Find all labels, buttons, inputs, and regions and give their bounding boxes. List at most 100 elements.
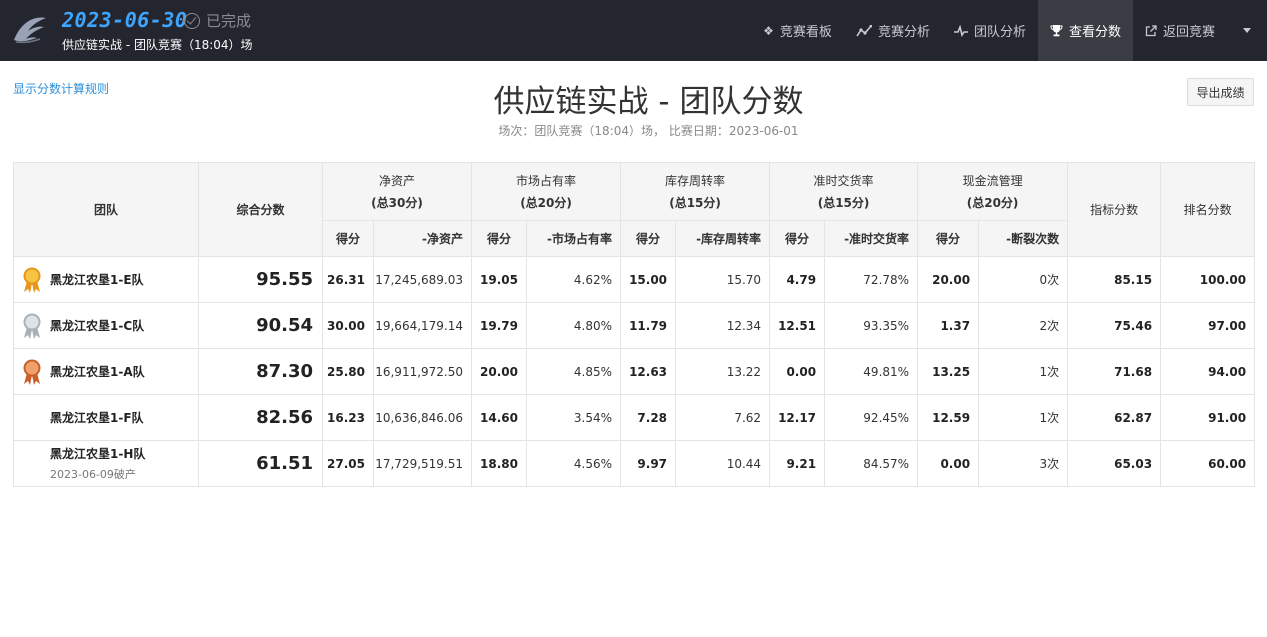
metric-value: 10.44 [675, 440, 771, 487]
metric-value: 16,911,972.50 [372, 348, 473, 395]
external-link-icon [1145, 24, 1157, 36]
nav-item-team-analysis[interactable]: 团队分析 [942, 0, 1038, 61]
nav-dropdown-toggle[interactable] [1227, 0, 1267, 61]
sub-header-score: 得分 [769, 220, 826, 257]
metric-score: 7.28 [620, 394, 677, 441]
group-name: 现金流管理 [962, 173, 1023, 188]
column-group-market-share: 市场占有率 (总20分) [471, 162, 622, 221]
nav-item-analysis[interactable]: 竞赛分析 [844, 0, 942, 61]
index-score: 65.03 [1067, 440, 1162, 487]
metric-score: 20.00 [917, 256, 980, 303]
caret-down-icon [1243, 28, 1251, 33]
rank-score: 100.00 [1160, 256, 1256, 303]
pulse-icon [953, 24, 968, 37]
index-score: 71.68 [1067, 348, 1162, 395]
metric-score: 9.97 [620, 440, 677, 487]
metric-value: 12.34 [675, 302, 771, 349]
column-group-cash-flow: 现金流管理 (总20分) [917, 162, 1069, 221]
team-cell: 黑龙江农垦1-A队 [13, 348, 199, 395]
team-cell: 黑龙江农垦1-C队 [13, 302, 199, 349]
rank-score: 91.00 [1160, 394, 1256, 441]
sub-header-score: 得分 [917, 220, 980, 257]
metric-value: 17,729,519.51 [372, 440, 473, 487]
metric-score: 20.00 [471, 348, 528, 395]
rank-score: 94.00 [1160, 348, 1256, 395]
sub-header-score: 得分 [620, 220, 677, 257]
table-row: 黑龙江农垦1-C队 90.54 30.00 19,664,179.14 19.79 4.8… [13, 302, 1256, 349]
nav-item-label: 团队分析 [973, 25, 1026, 40]
team-bankruptcy-note: 2023-06-09破产 [50, 468, 136, 481]
total-score: 82.56 [198, 394, 323, 441]
metric-value: 4.56% [526, 440, 622, 487]
sub-header-value: -净资产 [372, 220, 473, 257]
metric-score: 9.21 [769, 440, 826, 487]
metric-value: 72.78% [824, 256, 919, 303]
rank-score: 60.00 [1160, 440, 1256, 487]
metric-score: 18.80 [471, 440, 528, 487]
metric-score: 19.05 [471, 256, 528, 303]
column-group-net-assets: 净资产 (总30分) [321, 162, 473, 221]
table-row: 黑龙江农垦1-H队 2023-06-09破产 61.51 27.05 17,729,51… [13, 440, 1256, 487]
team-name: 黑龙江农垦1-F队 [50, 411, 144, 425]
index-score: 75.46 [1067, 302, 1162, 349]
metric-score: 26.31 [322, 256, 374, 303]
metric-value: 4.85% [526, 348, 622, 395]
nav-item-dashboard[interactable]: ❖ 竞赛看板 [751, 0, 844, 61]
total-score: 95.55 [198, 256, 323, 303]
metric-score: 19.79 [471, 302, 528, 349]
metric-value: 92.45% [824, 394, 919, 441]
metric-score: 12.59 [917, 394, 980, 441]
metric-score: 11.79 [620, 302, 677, 349]
metric-score: 27.05 [322, 440, 374, 487]
table-row: 黑龙江农垦1-E队 95.55 26.31 17,245,689.03 19.05 4.6… [13, 256, 1256, 303]
team-name: 黑龙江农垦1-E队 [50, 273, 144, 287]
sub-header-value: -断裂次数 [978, 220, 1069, 257]
line-chart-icon [856, 24, 872, 36]
metric-value: 17,245,689.03 [372, 256, 473, 303]
metric-value: 2次 [978, 302, 1069, 349]
sub-header-value: -库存周转率 [675, 220, 771, 257]
table-row: 黑龙江农垦1-A队 87.30 25.80 16,911,972.50 20.00 4.8… [13, 348, 1256, 395]
metric-value: 4.80% [526, 302, 622, 349]
nav-item-back-to-match[interactable]: 返回竞赛 [1133, 0, 1227, 61]
match-subtitle: 供应链实战 - 团队竞赛（18:04）场 [62, 38, 253, 52]
nav-item-label: 查看分数 [1068, 25, 1121, 40]
nav-item-view-scores[interactable]: 查看分数 [1037, 0, 1133, 61]
check-circle-icon [184, 12, 200, 29]
metric-score: 4.79 [769, 256, 826, 303]
team-cell: 黑龙江农垦1-F队 [13, 394, 199, 441]
team-score-table: 团队 综合分数 净资产 (总30分) 市场占有率 (总20分) 库存周转率 (总… [13, 162, 1256, 487]
metric-value: 15.70 [675, 256, 771, 303]
metric-value: 4.62% [526, 256, 622, 303]
group-name: 净资产 [379, 173, 416, 188]
team-info: 黑龙江农垦1-F队 [50, 409, 144, 426]
column-header-total: 综合分数 [198, 162, 323, 257]
group-weight: (总20分) [966, 195, 1019, 210]
team-name: 黑龙江农垦1-C队 [50, 319, 145, 333]
team-info: 黑龙江农垦1-C队 [50, 317, 144, 334]
column-group-inventory-turnover: 库存周转率 (总15分) [620, 162, 771, 221]
metric-score: 25.80 [322, 348, 374, 395]
nav-item-label: 竞赛分析 [877, 25, 930, 40]
team-name: 黑龙江农垦1-H队 [50, 447, 146, 461]
metric-value: 93.35% [824, 302, 919, 349]
sub-header-value: -准时交货率 [824, 220, 919, 257]
metric-value: 84.57% [824, 440, 919, 487]
table-row: 黑龙江农垦1-F队 82.56 16.23 10,636,846.06 14.60 3.5… [13, 394, 1256, 441]
metric-score: 16.23 [322, 394, 374, 441]
gold-medal-icon [23, 267, 41, 293]
team-cell: 黑龙江农垦1-H队 2023-06-09破产 [13, 440, 199, 487]
team-name: 黑龙江农垦1-A队 [50, 365, 145, 379]
total-score: 90.54 [198, 302, 323, 349]
export-scores-button[interactable]: 导出成绩 [1187, 78, 1254, 106]
group-weight: (总30分) [371, 195, 423, 210]
group-weight: (总20分) [520, 195, 572, 210]
wing-logo-icon [14, 17, 46, 44]
trophy-icon [1050, 25, 1063, 37]
metric-value: 19,664,179.14 [372, 302, 473, 349]
group-weight: (总15分) [669, 195, 721, 210]
score-table-body: 黑龙江农垦1-E队 95.55 26.31 17,245,689.03 19.05 4.6… [13, 256, 1256, 487]
total-score: 61.51 [198, 440, 323, 487]
metric-score: 30.00 [322, 302, 374, 349]
column-header-index-score: 指标分数 [1067, 162, 1162, 257]
